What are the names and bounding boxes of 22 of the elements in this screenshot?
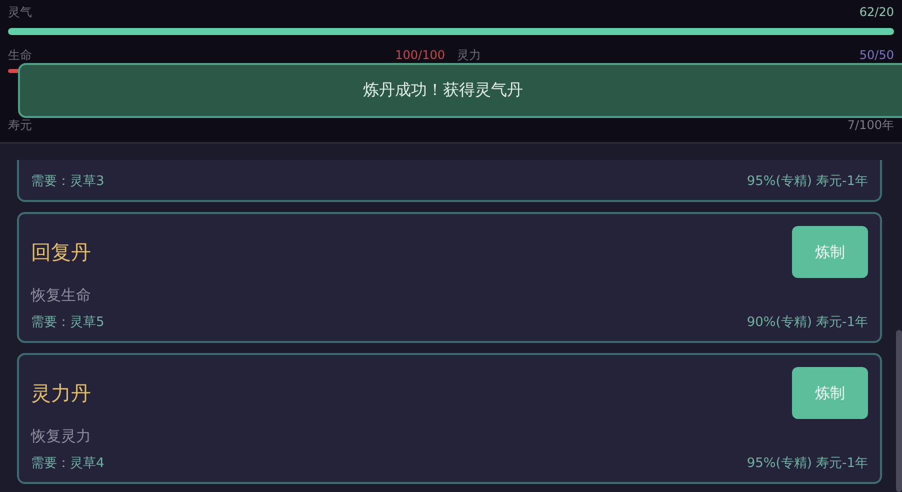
stat-label: 灵气: [8, 4, 32, 20]
success-rate: 95%(专精) 寿元-1年: [746, 173, 868, 190]
requirement-text: 需要：灵草4: [31, 455, 104, 472]
stat-value: 50/50: [859, 48, 894, 62]
recipe-description: 恢复生命: [31, 286, 92, 305]
stat-value: 7/100年: [847, 116, 894, 134]
recipe-name: 回复丹: [31, 238, 91, 266]
craft-button[interactable]: 炼制: [792, 226, 868, 278]
recipe-name: 灵力丹: [31, 380, 91, 406]
success-rate: 95%(专精) 寿元-1年: [746, 455, 868, 472]
stat-label: 生命: [8, 46, 32, 64]
recipe-description: 恢复灵力: [31, 427, 92, 446]
stat-value: 62/20: [859, 5, 894, 19]
scrollbar-thumb[interactable]: [896, 330, 902, 492]
craft-button[interactable]: 炼制: [792, 367, 868, 419]
success-rate: 90%(专精) 寿元-1年: [746, 314, 868, 331]
success-toast: 炼丹成功！获得灵气丹: [18, 63, 902, 118]
stat-label: 寿元: [8, 116, 32, 134]
requirement-text: 需要：灵草3: [31, 173, 104, 190]
stat-value: 100/100: [395, 48, 445, 62]
stat-label: 灵力: [457, 46, 481, 64]
requirement-text: 需要：灵草5: [31, 314, 104, 331]
